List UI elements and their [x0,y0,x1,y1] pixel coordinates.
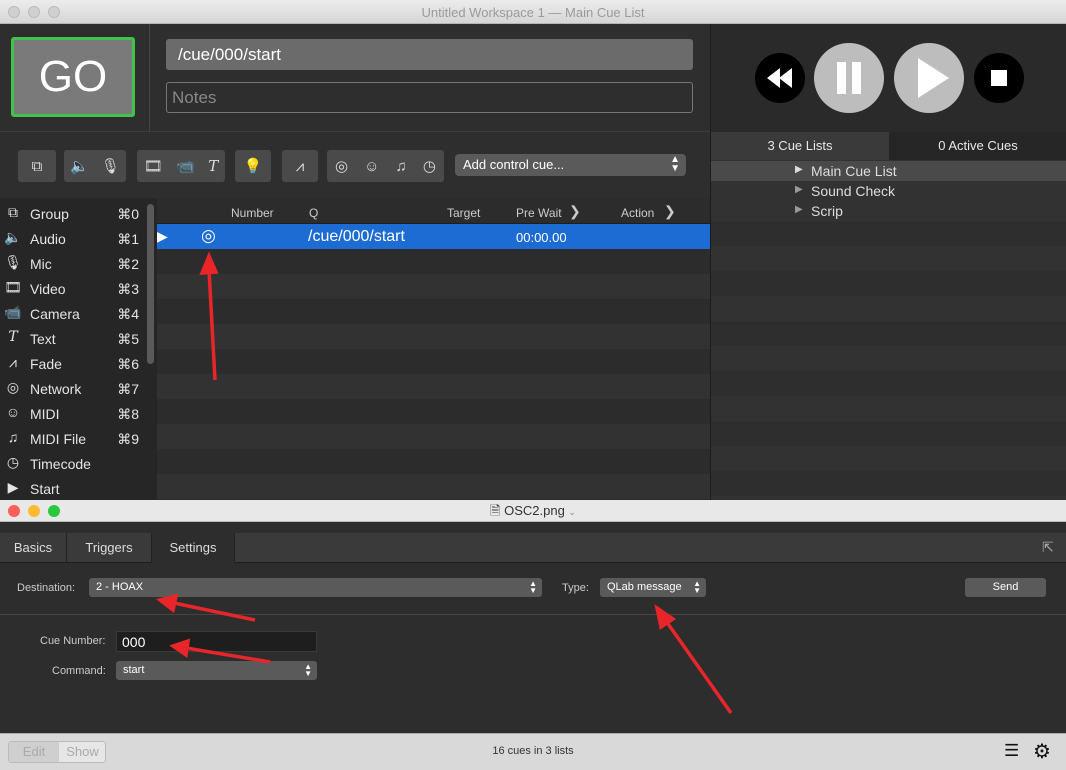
annotation-arrowhead [156,593,179,614]
annotation-arrowhead [654,604,677,630]
annotation-arrow [664,619,733,715]
annotation-arrow [207,269,217,381]
annotation-arrowhead [169,638,191,659]
annotation-arrow [185,646,271,664]
annotation-arrow [173,601,256,622]
annotation-arrows [156,251,733,715]
annotation-arrowhead [199,251,219,275]
